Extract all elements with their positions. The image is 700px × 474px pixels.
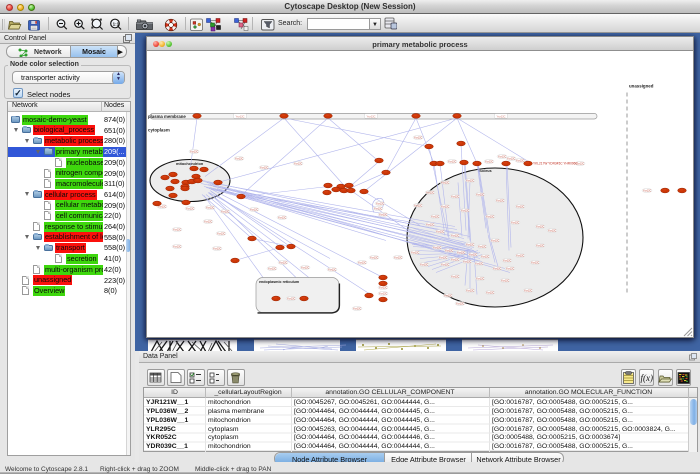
svg-text:Yxx12C: Yxx12C: [461, 209, 470, 212]
svg-text:Yxx12C: Yxx12C: [441, 263, 450, 266]
svg-text:Yxx12C: Yxx12C: [478, 245, 487, 248]
svg-text:YKL217W YDR345C YHR096C: YKL217W YDR345C YHR096C: [533, 162, 578, 166]
svg-text:Yxx12C: Yxx12C: [414, 136, 423, 139]
svg-text:1:1: 1:1: [113, 22, 120, 27]
svg-text:Yxx12C: Yxx12C: [221, 210, 230, 213]
svg-text:Yxx12C: Yxx12C: [516, 205, 525, 208]
svg-text:Yxx12C: Yxx12C: [643, 189, 652, 192]
svg-text:Yxx12C: Yxx12C: [213, 247, 222, 250]
svg-text:Yxx12C: Yxx12C: [433, 246, 442, 249]
svg-text:Yxx12C: Yxx12C: [456, 302, 465, 305]
svg-text:Yxx12C: Yxx12C: [516, 159, 525, 162]
svg-text:Yxx12C: Yxx12C: [451, 258, 460, 261]
svg-text:plasma membrane: plasma membrane: [148, 114, 186, 119]
svg-text:mitochondrion: mitochondrion: [176, 161, 204, 166]
svg-text:Yxx12C: Yxx12C: [250, 208, 259, 211]
svg-text:Yxx12C: Yxx12C: [420, 263, 429, 266]
svg-text:Yxx12C: Yxx12C: [451, 234, 460, 237]
svg-text:Yxx12C: Yxx12C: [366, 114, 375, 118]
svg-text:Yxx12C: Yxx12C: [451, 195, 460, 198]
svg-text:Yxx12C: Yxx12C: [439, 256, 448, 259]
svg-text:Yxx12C: Yxx12C: [445, 249, 454, 252]
svg-text:Yxx12C: Yxx12C: [548, 229, 557, 232]
svg-text:Yxx12C: Yxx12C: [486, 291, 495, 294]
svg-text:Yxx12C: Yxx12C: [507, 157, 516, 160]
svg-text:Yxx12C: Yxx12C: [441, 205, 450, 208]
svg-text:Yxx12C: Yxx12C: [491, 239, 500, 242]
svg-text:Yxx12C: Yxx12C: [186, 207, 195, 210]
svg-text:Yxx12C: Yxx12C: [501, 279, 510, 282]
svg-text:Yxx12C: Yxx12C: [444, 294, 453, 297]
svg-text:Yxx12C: Yxx12C: [379, 292, 388, 295]
svg-text:Yxx12C: Yxx12C: [466, 289, 475, 292]
svg-text:Yxx12C: Yxx12C: [476, 193, 485, 196]
svg-text:Yxx12C: Yxx12C: [448, 160, 457, 163]
svg-text:Yxx12C: Yxx12C: [441, 181, 450, 184]
svg-text:Yxx12C: Yxx12C: [486, 215, 495, 218]
svg-text:Yxx12C: Yxx12C: [376, 202, 385, 205]
svg-text:Yxx12C: Yxx12C: [278, 216, 287, 219]
svg-text:Yxx12C: Yxx12C: [463, 260, 472, 263]
svg-text:cytoplasm: cytoplasm: [148, 128, 170, 133]
svg-text:Yxx12C: Yxx12C: [173, 245, 182, 248]
svg-text:Yxx12C: Yxx12C: [516, 254, 525, 257]
svg-text:Yxx12C: Yxx12C: [531, 261, 540, 264]
svg-text:Yxx12C: Yxx12C: [469, 253, 478, 256]
svg-text:Yxx12C: Yxx12C: [511, 221, 520, 224]
svg-text:Yxx12C: Yxx12C: [374, 207, 383, 210]
svg-text:Yxx12C: Yxx12C: [173, 228, 182, 231]
svg-text:f(x): f(x): [641, 373, 654, 383]
svg-text:Yxx12C: Yxx12C: [466, 179, 475, 182]
svg-text:Yxx12C: Yxx12C: [451, 275, 460, 278]
svg-text:Yxx12C: Yxx12C: [426, 191, 435, 194]
svg-text:Yxx12C: Yxx12C: [370, 256, 379, 259]
svg-text:Yxx12C: Yxx12C: [287, 297, 296, 300]
svg-text:Yxx12C: Yxx12C: [496, 199, 505, 202]
svg-text:Yxx12C: Yxx12C: [411, 251, 420, 254]
svg-text:Yxx12C: Yxx12C: [457, 251, 466, 254]
svg-text:Yxx12C: Yxx12C: [466, 243, 475, 246]
svg-text:Yxx12C: Yxx12C: [475, 262, 484, 265]
svg-text:Yxx12C: Yxx12C: [498, 155, 507, 158]
svg-text:Yxx12C: Yxx12C: [481, 255, 490, 258]
svg-text:Yxx12C: Yxx12C: [268, 267, 277, 270]
svg-text:Yxx12C: Yxx12C: [503, 259, 512, 262]
svg-text:Yxx12C: Yxx12C: [496, 114, 505, 118]
svg-text:Yxx12C: Yxx12C: [436, 230, 445, 233]
svg-text:nucleus: nucleus: [478, 169, 492, 173]
svg-text:Yxx12C: Yxx12C: [476, 277, 485, 280]
svg-text:Yxx12C: Yxx12C: [204, 220, 213, 223]
svg-text:Yxx12C: Yxx12C: [506, 267, 515, 270]
svg-text:Yxx12C: Yxx12C: [206, 206, 215, 209]
svg-text:Yxx12C: Yxx12C: [536, 225, 545, 228]
svg-text:Yxx12C: Yxx12C: [235, 114, 244, 118]
svg-text:Yxx12C: Yxx12C: [379, 286, 388, 289]
svg-text:unassigned: unassigned: [629, 84, 654, 89]
svg-text:Yxx12C: Yxx12C: [485, 160, 494, 163]
svg-text:Yxx12C: Yxx12C: [353, 307, 362, 310]
svg-text:Yxx12C: Yxx12C: [328, 268, 337, 271]
svg-text:Yxx12C: Yxx12C: [493, 267, 502, 270]
svg-text:Yxx12C: Yxx12C: [426, 223, 435, 226]
svg-text:Yxx12C: Yxx12C: [279, 261, 288, 264]
svg-text:Yxx12C: Yxx12C: [235, 157, 244, 160]
svg-text:Yxx12C: Yxx12C: [260, 166, 269, 169]
svg-text:Yxx12C: Yxx12C: [301, 266, 310, 269]
svg-text:Yxx12C: Yxx12C: [358, 261, 367, 264]
svg-text:Yxx12C: Yxx12C: [414, 204, 423, 207]
svg-text:Yxx12C: Yxx12C: [394, 256, 403, 259]
svg-text:Yxx12C: Yxx12C: [524, 289, 533, 292]
svg-text:Yxx12C: Yxx12C: [379, 213, 388, 216]
svg-text:Yxx12C: Yxx12C: [294, 162, 303, 165]
svg-text:Yxx12C: Yxx12C: [217, 232, 226, 235]
svg-text:Yxx12C: Yxx12C: [431, 215, 440, 218]
svg-text:Yxx12C: Yxx12C: [536, 244, 545, 247]
svg-text:endoplasmic reticulum: endoplasmic reticulum: [259, 280, 300, 284]
svg-text:Yxx12C: Yxx12C: [190, 150, 199, 153]
